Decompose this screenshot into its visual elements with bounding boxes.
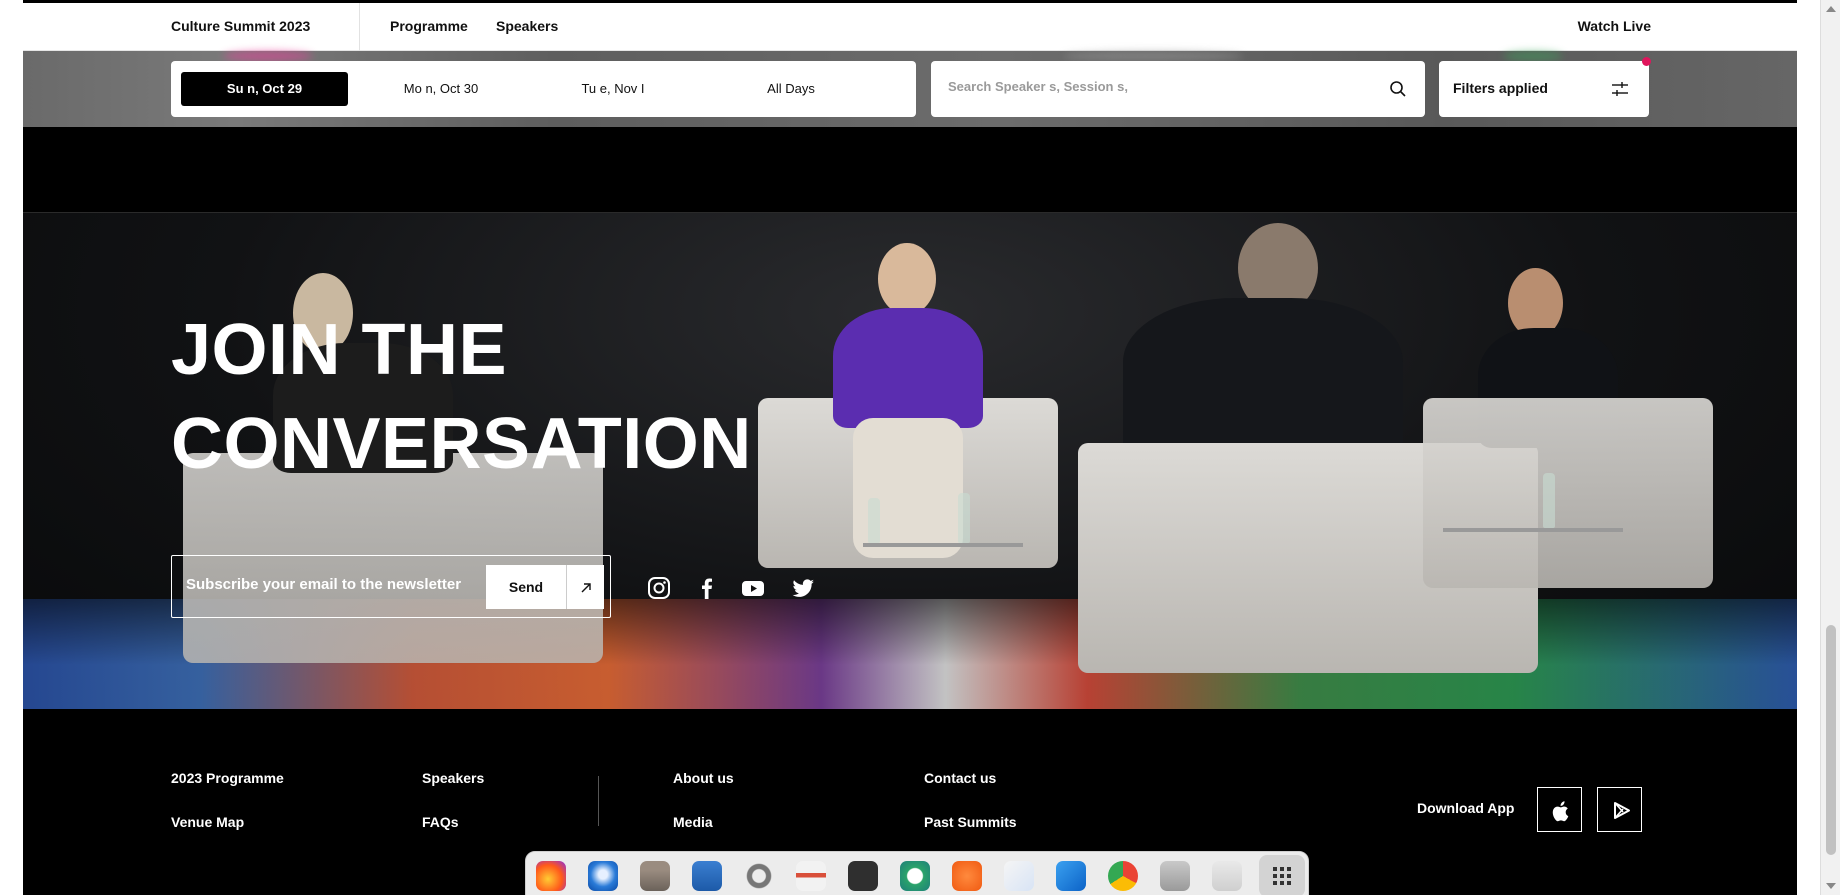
filters-label: Filters applied <box>1453 80 1548 96</box>
trash-icon[interactable] <box>1212 861 1242 891</box>
thunderbird-icon[interactable] <box>588 861 618 891</box>
inkscape-icon[interactable] <box>952 861 982 891</box>
google-play-button[interactable] <box>1597 787 1642 832</box>
top-nav: Culture Summit 2023 Programme Speakers W… <box>23 3 1797 51</box>
glow-decoration <box>1063 51 1243 61</box>
date-tab-all-days[interactable]: All Days <box>721 72 861 106</box>
search-placeholder: Search Speaker s, Session s, <box>948 79 1128 94</box>
sliders-icon <box>1612 82 1628 96</box>
footer-past-summits-link[interactable]: Past Summits <box>924 814 1017 830</box>
newsletter-email-input[interactable]: Subscribe your email to the newsletter <box>186 576 461 593</box>
os-dock <box>525 851 1309 895</box>
water-bottle <box>1543 473 1555 528</box>
writer-icon[interactable] <box>692 861 722 891</box>
text-editor-icon[interactable] <box>1004 861 1034 891</box>
app-grid-icon <box>1273 867 1291 885</box>
youtube-icon[interactable] <box>740 575 766 601</box>
download-app-label: Download App <box>1417 800 1515 816</box>
side-table-right <box>1443 528 1623 532</box>
filters-active-badge <box>1642 57 1651 66</box>
scroll-up-arrow[interactable] <box>1826 6 1836 12</box>
water-bottle <box>958 493 970 543</box>
footer-venue-map-link[interactable]: Venue Map <box>171 814 244 830</box>
hero-title-line1: JOIN THE <box>171 310 508 390</box>
arrow-up-right-icon <box>581 583 591 593</box>
vscode-icon[interactable] <box>1056 861 1086 891</box>
search-icon[interactable] <box>1389 80 1407 98</box>
settings-icon[interactable] <box>744 861 774 891</box>
facebook-icon[interactable] <box>694 575 720 601</box>
person-center-body <box>833 308 983 428</box>
app-x-icon[interactable] <box>900 861 930 891</box>
footer-media-link[interactable]: Media <box>673 814 713 830</box>
newsletter-submit-arrow-button[interactable] <box>566 565 604 609</box>
glow-decoration <box>223 51 313 61</box>
firefox-icon[interactable] <box>536 861 566 891</box>
date-tab-oct-30[interactable]: Mo n, Oct 30 <box>371 72 511 106</box>
footer-speakers-link[interactable]: Speakers <box>422 770 484 786</box>
app-grid-button[interactable] <box>1259 855 1305 895</box>
twitter-icon[interactable] <box>790 575 816 601</box>
page-scrollbar[interactable] <box>1820 0 1840 895</box>
newsletter-form: Subscribe your email to the newsletter S… <box>171 555 611 618</box>
hero-title: JOIN THE CONVERSATION <box>171 303 752 491</box>
terminal-icon[interactable] <box>848 861 878 891</box>
person-right-body <box>1123 298 1403 458</box>
apple-icon <box>1552 801 1569 822</box>
nav-programme-link[interactable]: Programme <box>390 18 468 34</box>
footer-about-link[interactable]: About us <box>673 770 734 786</box>
footer-divider <box>598 776 599 826</box>
instagram-icon[interactable] <box>646 575 672 601</box>
filters-button[interactable]: Filters applied <box>1439 57 1651 117</box>
footer-programme-link[interactable]: 2023 Programme <box>171 770 284 786</box>
nav-speakers-link[interactable]: Speakers <box>496 18 558 34</box>
impress-icon[interactable] <box>796 861 826 891</box>
google-play-icon <box>1614 802 1630 819</box>
scrollbar-thumb[interactable] <box>1826 625 1836 855</box>
chair-far-right <box>1423 398 1713 588</box>
date-tab-nov-1[interactable]: Tu e, Nov I <box>543 72 683 106</box>
page: Culture Summit 2023 Programme Speakers W… <box>23 0 1797 895</box>
footer-faqs-link[interactable]: FAQs <box>422 814 459 830</box>
person-center-head <box>878 243 936 315</box>
files-icon[interactable] <box>640 861 670 891</box>
water-bottle <box>868 498 880 543</box>
date-selector: Su n, Oct 29 Mo n, Oct 30 Tu e, Nov I Al… <box>171 61 916 117</box>
app-store-button[interactable] <box>1537 787 1582 832</box>
hero-title-line2: CONVERSATION <box>171 404 752 484</box>
footer-contact-link[interactable]: Contact us <box>924 770 996 786</box>
search-input[interactable]: Search Speaker s, Session s, <box>931 61 1425 117</box>
chrome-icon[interactable] <box>1108 861 1138 891</box>
scroll-down-arrow[interactable] <box>1826 883 1836 889</box>
nav-divider <box>359 3 360 51</box>
hero-banner: JOIN THE CONVERSATION Subscribe your ema… <box>23 212 1797 709</box>
image-viewer-icon[interactable] <box>1160 861 1190 891</box>
date-tab-oct-29[interactable]: Su n, Oct 29 <box>181 72 348 106</box>
side-table <box>863 543 1023 547</box>
watch-live-link[interactable]: Watch Live <box>1578 18 1651 34</box>
newsletter-send-button[interactable]: Send <box>486 565 566 609</box>
glow-decoration <box>1503 51 1563 61</box>
site-brand[interactable]: Culture Summit 2023 <box>171 18 310 34</box>
